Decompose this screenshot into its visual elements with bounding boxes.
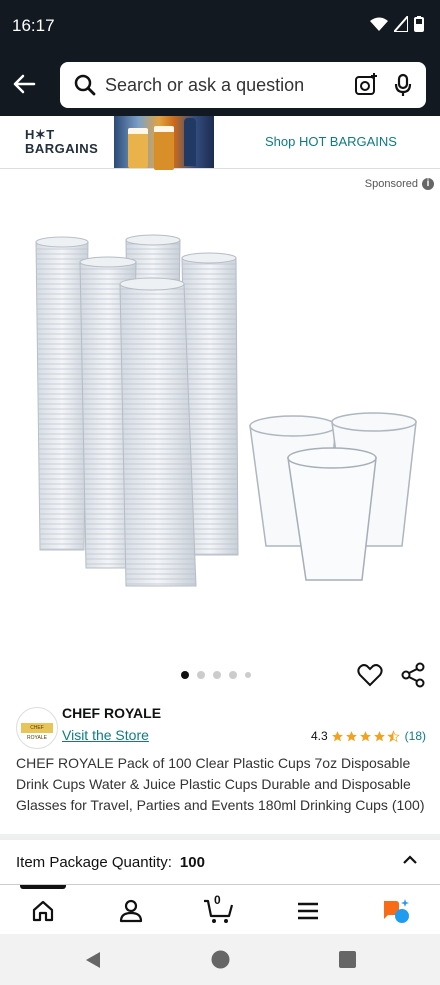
status-bar: 16:17 (0, 0, 440, 52)
back-arrow-icon[interactable] (10, 70, 38, 98)
logo-line2: BARGAINS (25, 141, 99, 156)
banner-image (114, 116, 214, 170)
sponsored-label[interactable]: Sponsored i (365, 178, 434, 190)
brand-logo-text: CHEF ROYALE (21, 723, 53, 741)
rufus-assistant-icon[interactable] (381, 897, 411, 925)
system-home-icon[interactable] (211, 950, 230, 969)
star-half-icon (386, 729, 400, 742)
quantity-value: 100 (179, 854, 205, 871)
heart-icon[interactable] (357, 662, 383, 688)
image-carousel-dots[interactable] (181, 671, 251, 679)
carousel-dot[interactable] (213, 671, 221, 679)
chevron-up-icon[interactable] (402, 854, 418, 866)
active-tab-indicator (20, 885, 66, 889)
menu-icon[interactable] (294, 897, 322, 925)
brand-name: CHEF ROYALE (62, 705, 162, 721)
share-icon[interactable] (400, 662, 426, 688)
status-icons (370, 16, 424, 32)
star-rating (331, 729, 400, 743)
camera-lens-icon[interactable] (354, 73, 378, 97)
battery-icon (414, 16, 424, 32)
search-input[interactable]: Search or ask a question (60, 62, 426, 108)
hot-bargains-logo: H✶T BARGAINS (25, 128, 98, 156)
search-icon (74, 74, 96, 96)
system-navigation-bar (0, 934, 440, 985)
product-image[interactable] (0, 200, 440, 650)
cart-button[interactable]: 0 (203, 893, 235, 925)
star-icon (373, 730, 385, 741)
search-placeholder: Search or ask a question (105, 75, 305, 95)
microphone-icon[interactable] (392, 73, 414, 97)
cart-icon (204, 899, 234, 923)
wifi-icon (370, 17, 388, 31)
star-icon (359, 730, 371, 741)
quantity-label-text: Item Package Quantity: (16, 854, 172, 871)
rating-count[interactable]: (18) (405, 729, 426, 743)
home-icon[interactable] (29, 897, 57, 925)
sponsored-text: Sponsored (364, 178, 418, 190)
star-icon (331, 730, 343, 741)
visit-store-link[interactable]: Visit the Store (62, 727, 149, 743)
package-quantity-selector[interactable]: Item Package Quantity: 100 (0, 840, 440, 884)
quantity-label: Item Package Quantity: 100 (16, 854, 205, 871)
bottom-nav: 0 (0, 884, 440, 935)
carousel-dot[interactable] (229, 671, 237, 679)
status-time: 16:17 (12, 16, 55, 35)
product-title: CHEF ROYALE Pack of 100 Clear Plastic Cu… (16, 755, 425, 813)
system-recents-icon[interactable] (339, 951, 356, 968)
signal-icon (394, 16, 408, 32)
carousel-dot[interactable] (245, 672, 251, 678)
brand-logo[interactable]: CHEF ROYALE (16, 707, 58, 749)
carousel-dot[interactable] (197, 671, 205, 679)
sponsored-banner[interactable]: H✶T BARGAINS Shop HOT BARGAINS (0, 116, 440, 170)
star-icon (345, 730, 357, 741)
rating-summary[interactable]: 4.3 (18) (311, 729, 426, 743)
info-icon[interactable]: i (422, 178, 434, 190)
search-header: Search or ask a question (0, 52, 440, 116)
shop-hot-bargains-link[interactable]: Shop HOT BARGAINS (265, 134, 397, 149)
single-cup (287, 447, 377, 581)
carousel-dot[interactable] (181, 671, 189, 679)
logo-line1: H✶T (25, 127, 55, 142)
rating-value: 4.3 (310, 729, 328, 743)
system-back-icon[interactable] (84, 951, 102, 969)
cup-stack (119, 277, 197, 587)
account-icon[interactable] (117, 897, 145, 925)
